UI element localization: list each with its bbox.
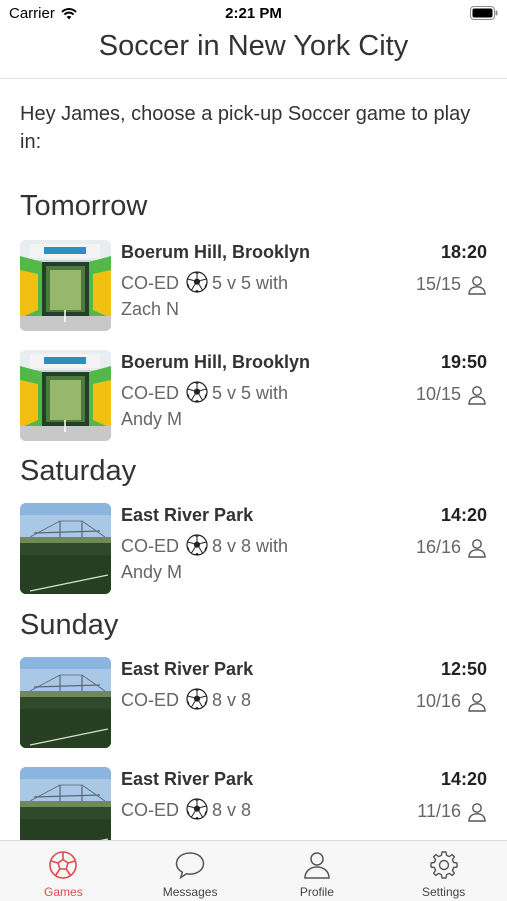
game-type: CO-ED <box>121 536 179 556</box>
game-location: East River Park <box>121 769 254 789</box>
indoor-arena-photo <box>20 240 111 331</box>
header-divider <box>0 78 507 79</box>
soccer-ball-icon <box>186 798 208 820</box>
game-format: 8 v 8 <box>212 690 252 710</box>
game-time: 19:50 <box>440 352 487 372</box>
game-location: East River Park <box>121 659 254 679</box>
game-row[interactable]: East River Park CO-ED 8 v 8 12:50 10/16 <box>20 657 487 749</box>
player-count-label: 15/15 <box>415 274 461 294</box>
soccer-ball-icon <box>186 688 208 710</box>
game-format: 5 v 5 with <box>212 383 289 403</box>
game-time: 18:20 <box>440 242 487 262</box>
game-row[interactable]: Boerum Hill, Brooklyn CO-ED 5 v 5 with Za… <box>20 240 487 332</box>
game-description: CO-ED 8 v 8 with Andy M <box>121 533 321 585</box>
game-type: CO-ED <box>121 383 179 403</box>
game-time: 14:20 <box>440 505 487 525</box>
game-player-count: 15/15 <box>416 274 487 295</box>
chat-bubble-icon <box>175 852 205 880</box>
game-type: CO-ED <box>121 273 179 293</box>
tab-messages[interactable]: Messages <box>127 841 254 901</box>
game-player-count: 11/16 <box>417 801 487 822</box>
game-format: 8 v 8 <box>212 800 252 820</box>
player-count-label: 10/16 <box>415 691 461 711</box>
game-player-count: 10/15 <box>416 384 487 405</box>
soccer-ball-icon <box>186 271 208 293</box>
person-icon <box>468 538 486 558</box>
soccer-ball-icon <box>186 534 208 556</box>
game-host: Andy M <box>121 409 183 429</box>
outdoor-field-photo <box>20 503 111 594</box>
game-location: East River Park <box>121 505 254 525</box>
player-count-label: 11/16 <box>417 801 461 821</box>
soccer-ball-icon <box>49 851 78 879</box>
tab-label: Games <box>44 885 83 899</box>
battery-icon <box>470 6 498 20</box>
game-description: CO-ED 5 v 5 with Zach N <box>121 270 321 322</box>
game-thumbnail <box>20 657 111 748</box>
tab-label: Messages <box>162 885 218 899</box>
person-icon <box>468 385 486 405</box>
intro-text: Hey James, choose a pick-up Soccer game … <box>20 103 471 153</box>
outdoor-field-photo <box>20 657 111 748</box>
game-thumbnail <box>20 350 111 441</box>
person-icon <box>468 802 486 822</box>
game-host: Zach N <box>121 299 180 319</box>
tab-label: Settings <box>421 885 466 899</box>
game-description: CO-ED 8 v 8 <box>121 687 321 713</box>
game-time: 12:50 <box>440 659 487 679</box>
game-player-count: 10/16 <box>416 691 487 712</box>
soccer-ball-icon <box>186 381 208 403</box>
game-row[interactable]: Boerum Hill, Brooklyn CO-ED 5 v 5 with An… <box>20 350 487 442</box>
tab-bar: Games Messages Profile Settings <box>0 840 507 901</box>
gear-icon <box>429 851 458 879</box>
game-description: CO-ED 5 v 5 with Andy M <box>121 380 321 432</box>
tab-settings[interactable]: Settings <box>380 841 507 901</box>
game-location: Boerum Hill, Brooklyn <box>121 242 311 262</box>
game-time: 14:20 <box>440 769 487 789</box>
tab-games[interactable]: Games <box>0 841 127 901</box>
game-row[interactable]: East River Park CO-ED 8 v 8 with Andy M 1… <box>20 503 487 595</box>
player-count-label: 16/16 <box>415 537 461 557</box>
tab-profile[interactable]: Profile <box>254 841 381 901</box>
person-icon <box>468 275 486 295</box>
page-title: Soccer in New York City <box>98 30 409 62</box>
game-type: CO-ED <box>121 800 179 820</box>
section-header-0: Tomorrow <box>20 190 148 222</box>
game-location: Boerum Hill, Brooklyn <box>121 352 311 372</box>
player-count-label: 10/15 <box>415 384 461 404</box>
game-format: 8 v 8 with <box>212 536 289 556</box>
status-time: 2:21 PM <box>225 5 282 22</box>
tab-label: Profile <box>299 885 334 899</box>
section-header-1: Saturday <box>20 455 137 487</box>
game-thumbnail <box>20 503 111 594</box>
game-player-count: 16/16 <box>416 537 487 558</box>
game-format: 5 v 5 with <box>212 273 289 293</box>
person-icon <box>468 692 486 712</box>
status-bar: Carrier 2:21 PM <box>0 0 507 28</box>
game-host: Andy M <box>121 562 183 582</box>
game-type: CO-ED <box>121 690 179 710</box>
section-header-2: Sunday <box>20 609 119 641</box>
person-icon <box>304 852 330 879</box>
indoor-arena-photo <box>20 350 111 441</box>
game-description: CO-ED 8 v 8 <box>121 797 321 823</box>
game-thumbnail <box>20 240 111 331</box>
